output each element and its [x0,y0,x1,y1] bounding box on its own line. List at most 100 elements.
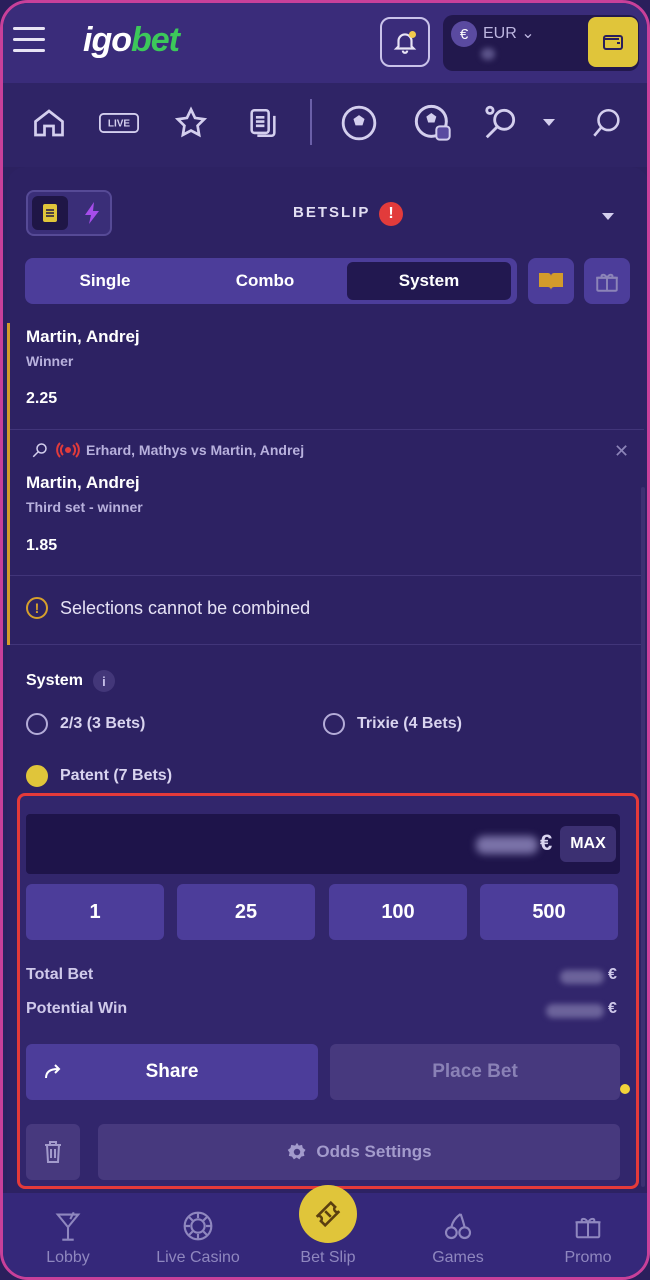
nav-label: Games [432,1249,484,1266]
nav-label: Promo [564,1249,612,1266]
place-bet-button[interactable]: Place Bet [330,1044,620,1100]
max-stake-button[interactable]: MAX [560,826,616,862]
notifications-button[interactable] [380,17,430,67]
brand-logo[interactable]: igobet [83,21,180,60]
odds-settings-label: Odds Settings [316,1142,432,1161]
selection-item: Martin, Andrej Third set - winner [26,473,143,515]
menu-icon[interactable] [13,27,45,55]
info-icon[interactable]: i [92,670,115,692]
rules-button[interactable] [528,258,574,304]
stake-value-hidden [476,836,538,854]
selection-odds: 1.85 [26,537,58,554]
betslip-title: BETSLIP [293,204,371,221]
warning-text: Selections cannot be combined [60,597,311,618]
app-frame: igobet € EUR ⌄ LIVE BETSLIP ! Single Com… [0,0,650,1280]
tennis-icon[interactable] [481,103,521,143]
tab-system[interactable]: System [347,262,511,300]
status-dot [620,1084,630,1094]
system-title: System [26,672,83,689]
radio-button[interactable] [323,713,345,735]
nav-label: Live Casino [156,1249,240,1266]
match-title: Erhard, Mathys vs Martin, Andrej [86,442,305,458]
match-info: Erhard, Mathys vs Martin, Andrej [30,441,304,459]
stake-currency: € [540,830,553,855]
share-label: Share [145,1061,199,1082]
chip-icon [183,1211,213,1241]
selection-market: Third set - winner [26,499,143,515]
top-header: igobet € EUR ⌄ [3,3,647,83]
selection-item: Martin, Andrej Winner [26,327,140,369]
alert-icon: ! [379,202,403,226]
sport-nav-bar: LIVE [3,83,647,167]
nav-label: Bet Slip [300,1249,356,1266]
balance-hidden [481,48,495,60]
system-option-trixie[interactable]: Trixie (4 Bets) [323,713,462,735]
remove-selection-icon[interactable]: ✕ [614,441,629,462]
chevron-down-icon: ⌄ [521,25,535,42]
betslip-mode-toggle[interactable] [26,190,112,236]
stake-input[interactable]: € MAX [26,814,620,874]
gift-icon [575,1217,601,1239]
total-bet-label: Total Bet [26,966,94,983]
selection-name: Martin, Andrej [26,327,140,346]
combine-warning: ! Selections cannot be combined [26,597,310,619]
share-button[interactable]: Share [26,1044,318,1100]
trash-icon [45,1141,61,1163]
currency-badge: € [451,21,477,47]
share-arrow-icon [45,1064,61,1079]
collapse-chevron-icon[interactable] [601,209,615,227]
football-icon[interactable] [339,103,379,143]
bottom-nav-promo[interactable]: Promo [528,1209,647,1267]
quick-stake-1[interactable]: 1 [26,884,164,940]
option-label: Trixie (4 Bets) [357,715,462,732]
selection-name: Martin, Andrej [26,473,140,492]
betslip-doc-icon[interactable] [243,103,283,143]
option-label: 2/3 (3 Bets) [60,715,146,732]
divider [10,429,644,430]
odds-settings-button[interactable]: Odds Settings [98,1124,620,1180]
bonus-button[interactable] [584,258,630,304]
nav-divider [310,99,312,145]
currency-selector[interactable]: EUR ⌄ [483,23,535,43]
cocktail-icon [55,1211,81,1241]
selection-market: Winner [26,353,74,369]
radio-button[interactable] [26,713,48,735]
currency-code: EUR [483,25,517,42]
quick-stake-100[interactable]: 100 [329,884,467,940]
bottom-nav-lobby[interactable]: Lobby [8,1209,128,1267]
search-icon[interactable] [587,103,627,143]
bottom-nav: Lobby Live Casino Bet Slip Games Promo [3,1185,647,1277]
live-icon[interactable]: LIVE [99,103,139,143]
betslip-panel: BETSLIP ! Single Combo System Martin, An… [7,167,647,1193]
potential-win-hidden [546,1004,604,1018]
potential-win-label: Potential Win [26,1000,128,1017]
stake-section: € MAX 1 25 100 500 Total Bet € Potential… [17,793,639,1189]
more-sports-chevron-icon[interactable] [529,103,569,143]
potential-win-currency: € [608,1000,617,1017]
virtual-football-icon[interactable] [413,103,453,143]
home-icon[interactable] [29,103,69,143]
radio-button-selected[interactable] [26,765,48,787]
scrollbar[interactable] [641,487,645,1187]
tab-single[interactable]: Single [25,258,185,304]
standard-mode-button[interactable] [32,196,68,230]
notification-dot [409,31,416,38]
system-option-patent[interactable]: Patent (7 Bets) [26,765,172,787]
quick-stake-25[interactable]: 25 [177,884,315,940]
logo-igo: igo [83,21,132,59]
quick-stake-500[interactable]: 500 [480,884,618,940]
bottom-nav-betslip[interactable]: Bet Slip [268,1209,388,1267]
star-icon[interactable] [171,103,211,143]
nav-label: Lobby [46,1249,90,1266]
tab-combo[interactable]: Combo [185,258,345,304]
bottom-nav-live-casino[interactable]: Live Casino [138,1209,258,1267]
system-option-2-3[interactable]: 2/3 (3 Bets) [26,713,145,735]
wallet-button[interactable] [588,17,638,67]
total-bet-currency: € [608,966,617,983]
system-label: System i [26,670,115,692]
book-icon [539,273,563,290]
quick-bet-button[interactable] [74,196,110,230]
clear-betslip-button[interactable] [26,1124,80,1180]
bottom-nav-games[interactable]: Games [398,1209,518,1267]
cherries-icon [444,1213,472,1240]
